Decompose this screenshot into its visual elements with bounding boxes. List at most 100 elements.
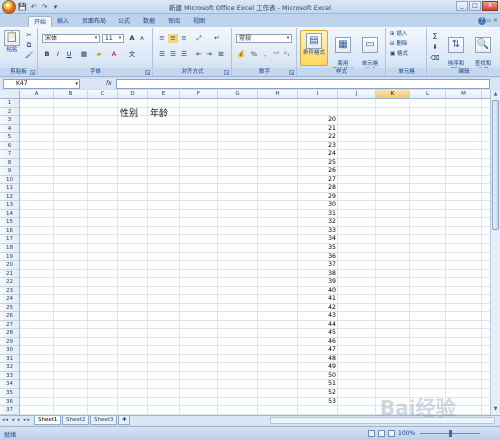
fill-color-icon[interactable]: ▰	[94, 50, 104, 59]
row-header[interactable]: 23	[0, 286, 20, 296]
cell-value[interactable]: 40	[302, 287, 336, 295]
scroll-down-icon[interactable]: ▼	[492, 406, 499, 414]
font-size-select[interactable]: 11 ▾	[102, 34, 124, 43]
insert-function-button[interactable]: fx	[106, 80, 112, 87]
column-header[interactable]: A	[20, 90, 54, 99]
cell-value[interactable]: 23	[302, 142, 336, 150]
sheet-tab-2[interactable]: Sheet2	[62, 416, 90, 425]
row-header[interactable]: 1	[0, 99, 20, 108]
cell-value[interactable]: 22	[302, 133, 336, 141]
cell-value[interactable]: 29	[302, 193, 336, 201]
tab-home[interactable]: 开始	[28, 16, 53, 27]
column-header[interactable]: M	[446, 90, 482, 99]
row-header[interactable]: 32	[0, 363, 20, 372]
phonetic-button[interactable]: 文	[127, 50, 137, 59]
alignment-launcher[interactable]: ↘	[224, 70, 229, 75]
column-header[interactable]: D	[118, 90, 148, 99]
column-header[interactable]: N	[482, 90, 490, 99]
font-launcher[interactable]: ↘	[145, 70, 150, 75]
row-header[interactable]: 17	[0, 235, 20, 244]
tab-review[interactable]: 审阅	[163, 16, 185, 27]
clear-icon[interactable]: ⌫	[430, 54, 440, 63]
row-header[interactable]: 5	[0, 133, 20, 142]
cell-value[interactable]: 38	[302, 270, 336, 278]
cell-value[interactable]: 45	[302, 329, 336, 337]
scroll-up-icon[interactable]: ▲	[492, 91, 499, 99]
row-header[interactable]: 12	[0, 192, 20, 202]
copy-icon[interactable]: ⧉	[24, 41, 34, 50]
delete-cells-button[interactable]: ⊟ 删除	[390, 41, 407, 48]
column-header[interactable]: L	[410, 90, 446, 99]
column-header[interactable]: K	[376, 90, 410, 99]
tab-page-layout[interactable]: 页面布局	[77, 16, 111, 27]
currency-icon[interactable]: 💰	[236, 50, 246, 59]
underline-button[interactable]: U	[64, 50, 74, 59]
new-sheet-icon[interactable]: ✚	[118, 416, 130, 425]
row-header[interactable]: 20	[0, 261, 20, 270]
cell-value[interactable]: 24	[302, 150, 336, 158]
column-header[interactable]: F	[180, 90, 218, 99]
cell-value[interactable]: 43	[302, 312, 336, 320]
decrease-indent-icon[interactable]: ⇤	[194, 50, 204, 59]
row-header[interactable]: 34	[0, 380, 20, 389]
grow-font-button[interactable]: A	[127, 34, 137, 43]
cell-value[interactable]: 48	[302, 355, 336, 363]
align-bottom-icon[interactable]: ≡	[179, 34, 189, 43]
align-middle-icon[interactable]: ≡	[168, 34, 178, 43]
row-header[interactable]: 15	[0, 218, 20, 227]
cell-value[interactable]: 36	[302, 253, 336, 261]
clipboard-launcher[interactable]: ↘	[30, 70, 35, 75]
row-header[interactable]: 7	[0, 150, 20, 159]
align-left-icon[interactable]: ☰	[157, 50, 167, 59]
cell-value[interactable]: 30	[302, 201, 336, 209]
column-header[interactable]: C	[88, 90, 118, 99]
cell-value[interactable]: 52	[302, 389, 336, 397]
page-layout-view-icon[interactable]	[378, 430, 385, 437]
tab-formulas[interactable]: 公式	[113, 16, 135, 27]
align-right-icon[interactable]: ☰	[179, 50, 189, 59]
increase-indent-icon[interactable]: ⇥	[204, 50, 214, 59]
row-header[interactable]: 33	[0, 371, 20, 381]
merge-center-icon[interactable]: ⊞	[216, 50, 226, 59]
zoom-slider-knob[interactable]	[449, 430, 452, 437]
paste-button[interactable]: 📋 粘贴	[3, 30, 21, 54]
row-header[interactable]: 36	[0, 397, 20, 407]
row-header[interactable]: 28	[0, 329, 20, 338]
tab-view[interactable]: 视图	[188, 16, 210, 27]
align-top-icon[interactable]: ≡	[157, 34, 167, 43]
cell-value[interactable]: 53	[302, 398, 336, 406]
shrink-font-button[interactable]: A	[137, 35, 147, 44]
cell-value[interactable]: 21	[302, 125, 336, 133]
cell-value[interactable]: 28	[302, 184, 336, 192]
insert-cells-button[interactable]: ⊞ 插入	[390, 31, 407, 38]
cell-value[interactable]: 25	[302, 159, 336, 167]
column-header[interactable]: H	[258, 90, 298, 99]
border-icon[interactable]: ▦	[79, 50, 89, 59]
cell-value[interactable]: 44	[302, 321, 336, 329]
cell-value[interactable]: 39	[302, 278, 336, 286]
row-header[interactable]: 24	[0, 295, 20, 304]
cell-value[interactable]: 50	[302, 372, 336, 380]
row-header[interactable]: 26	[0, 312, 20, 321]
workbook-window-controls[interactable]: — ▫ ×	[479, 17, 498, 24]
row-header[interactable]: 9	[0, 167, 20, 176]
row-header[interactable]: 2	[0, 107, 20, 117]
cell-value[interactable]: 37	[302, 261, 336, 269]
row-header[interactable]: 31	[0, 354, 20, 364]
fill-icon[interactable]: ⬇	[430, 43, 440, 52]
orientation-icon[interactable]: ⤢	[194, 34, 204, 43]
vertical-scrollbar[interactable]: ▲ ▼	[490, 90, 500, 415]
wrap-text-icon[interactable]: ↵	[212, 34, 222, 43]
minimize-button[interactable]: _	[456, 1, 468, 11]
align-center-icon[interactable]: ☰	[168, 50, 178, 59]
tab-insert[interactable]: 插入	[52, 16, 74, 27]
cell-value[interactable]: 32	[302, 218, 336, 226]
normal-view-icon[interactable]	[368, 430, 375, 437]
formula-input[interactable]	[116, 79, 490, 89]
column-header[interactable]: J	[338, 90, 376, 99]
cell-value[interactable]: 31	[302, 210, 336, 218]
cell-value[interactable]: 51	[302, 380, 336, 388]
number-launcher[interactable]: ↘	[289, 70, 294, 75]
percent-button[interactable]: %	[249, 50, 259, 59]
cell-value[interactable]: 20	[302, 116, 336, 124]
